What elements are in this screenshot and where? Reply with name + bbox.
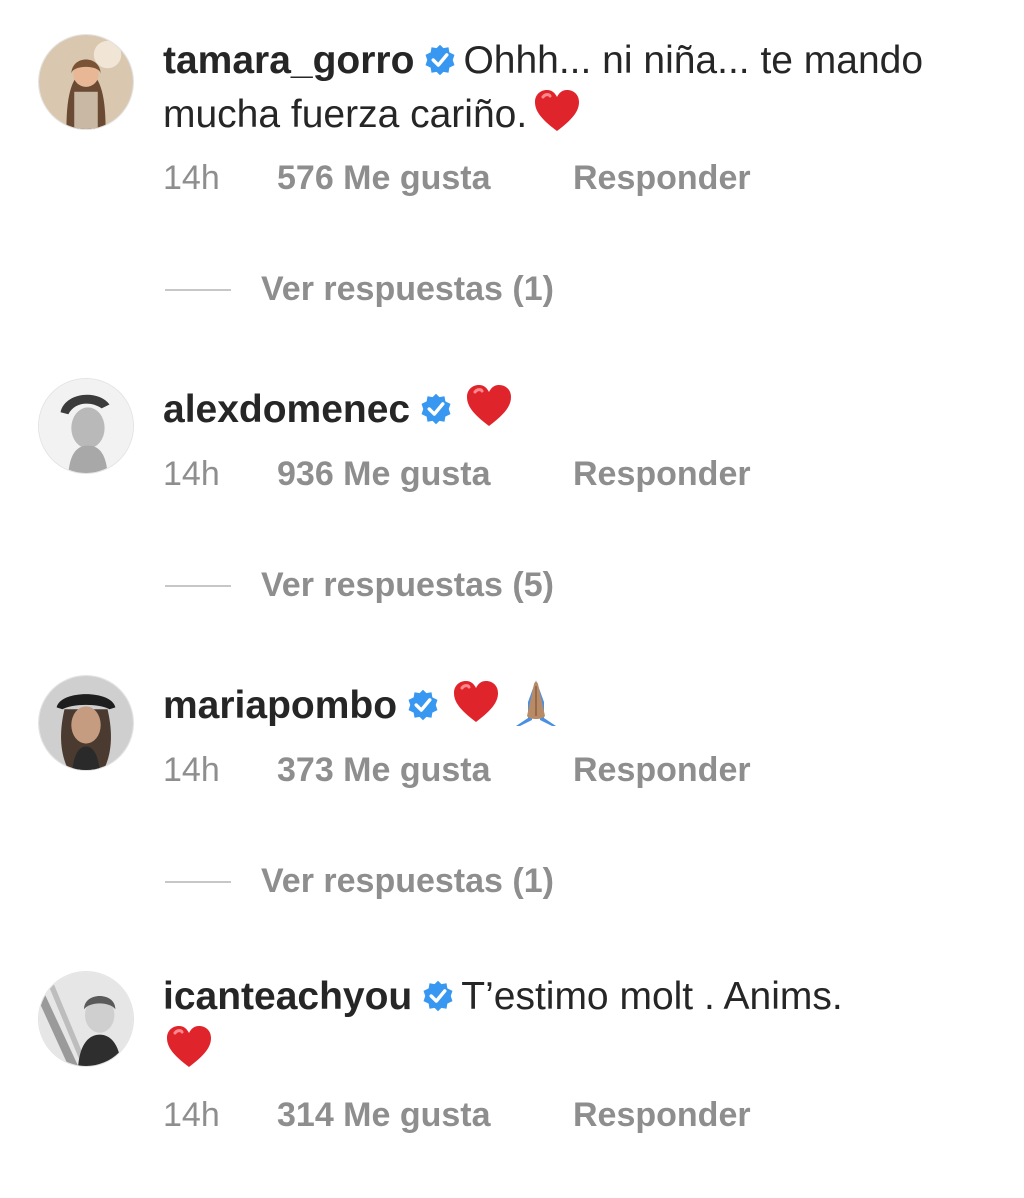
reply-button[interactable]: Responder (573, 751, 751, 790)
verified-badge-icon (423, 43, 457, 77)
reply-button[interactable]: Responder (573, 1096, 751, 1135)
avatar[interactable] (38, 378, 134, 474)
view-replies-button[interactable]: Ver respuestas (5) (165, 566, 554, 605)
comment-text: tamara_gorro Ohhh... ni niña... te mando … (163, 36, 963, 139)
username[interactable]: alexdomenec (163, 388, 410, 431)
comment-meta: 14h 373 Me gusta Responder (163, 751, 751, 790)
divider (165, 584, 231, 587)
red-heart-icon (450, 676, 502, 728)
likes-count[interactable]: 576 Me gusta (277, 159, 573, 198)
likes-count[interactable]: 936 Me gusta (277, 455, 573, 494)
view-replies-button[interactable]: Ver respuestas (1) (165, 862, 554, 901)
comment-meta: 14h 936 Me gusta Responder (163, 455, 751, 494)
comment-body: T’estimo molt . Anims. (461, 975, 843, 1018)
timestamp: 14h (163, 455, 220, 493)
view-replies-button[interactable]: Ver respuestas (1) (165, 270, 554, 309)
view-replies-label: Ver respuestas (5) (261, 566, 554, 604)
red-heart-icon (163, 1021, 215, 1073)
avatar[interactable] (38, 34, 134, 130)
comment-text: icanteachyou T’estimo molt . Anims. (163, 972, 963, 1075)
verified-badge-icon (421, 979, 455, 1013)
timestamp: 14h (163, 751, 220, 789)
username[interactable]: mariapombo (163, 684, 397, 727)
reply-button[interactable]: Responder (573, 455, 751, 494)
comment-meta: 14h 314 Me gusta Responder (163, 1096, 751, 1135)
likes-count[interactable]: 314 Me gusta (277, 1096, 573, 1135)
verified-badge-icon (419, 392, 453, 426)
view-replies-label: Ver respuestas (1) (261, 862, 554, 900)
username[interactable]: icanteachyou (163, 975, 412, 1018)
reply-button[interactable]: Responder (573, 159, 751, 198)
timestamp: 14h (163, 1096, 220, 1134)
avatar[interactable] (38, 971, 134, 1067)
likes-count[interactable]: 373 Me gusta (277, 751, 573, 790)
view-replies-label: Ver respuestas (1) (261, 270, 554, 308)
folded-hands-icon (510, 676, 562, 728)
divider (165, 880, 231, 883)
verified-badge-icon (406, 688, 440, 722)
avatar[interactable] (38, 675, 134, 771)
divider (165, 288, 231, 291)
comment-meta: 14h 576 Me gusta Responder (163, 159, 751, 198)
comment-text: alexdomenec (163, 380, 963, 434)
comment-text: mariapombo (163, 676, 963, 730)
timestamp: 14h (163, 159, 220, 197)
red-heart-icon (463, 380, 515, 432)
username[interactable]: tamara_gorro (163, 39, 414, 82)
red-heart-icon (531, 85, 583, 137)
